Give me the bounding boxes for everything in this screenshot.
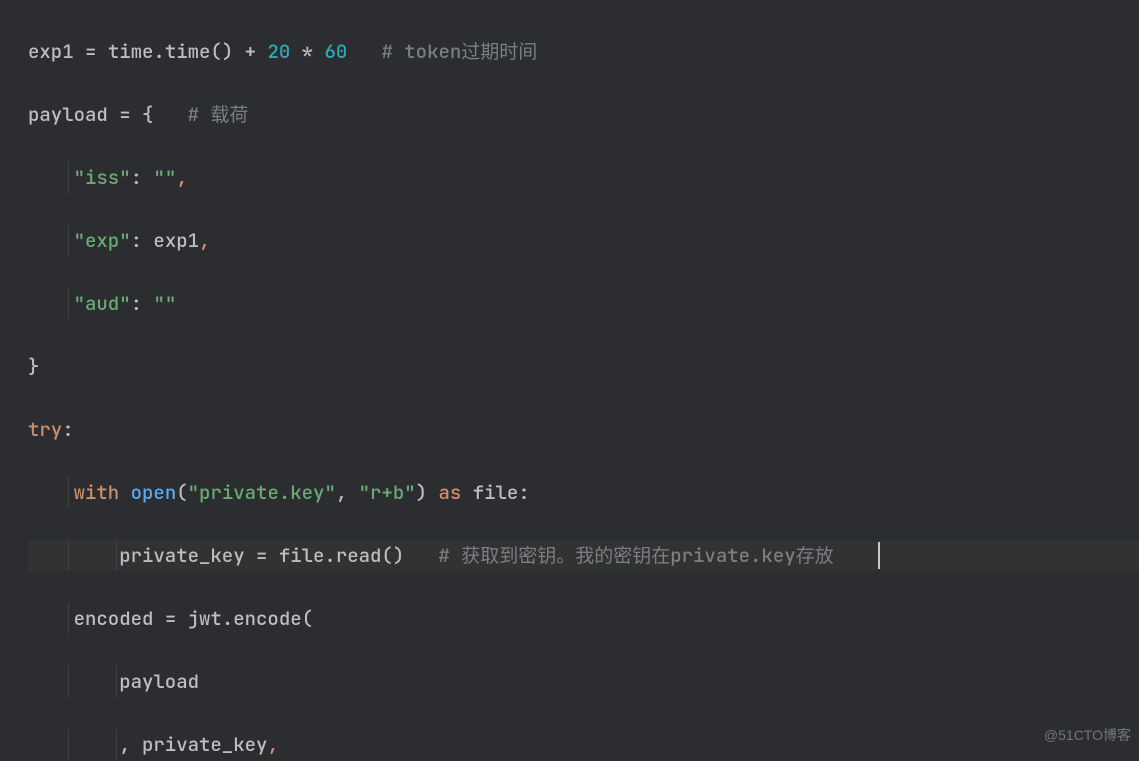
code-line: } [28,351,1139,383]
code-line: payload [28,666,1139,698]
code-line: , private_key, [28,729,1139,761]
code-editor[interactable]: exp1 = time.time() + 20 * 60 # token过期时间… [0,0,1139,761]
code-line: payload = { # 载荷 [28,99,1139,131]
code-line: encoded = jwt.encode( [28,603,1139,635]
code-line: exp1 = time.time() + 20 * 60 # token过期时间 [28,36,1139,68]
code-line: with open("private.key", "r+b") as file: [28,477,1139,509]
code-line: "exp": exp1, [28,225,1139,257]
code-line: try: [28,414,1139,446]
code-line: "iss": "", [28,162,1139,194]
watermark-label: @51CTO博客 [1044,720,1131,752]
text-cursor [878,542,880,569]
code-line-highlighted: private_key = file.read() # 获取到密钥。我的密钥在p… [28,540,1139,572]
code-line: "aud": "" [28,288,1139,320]
